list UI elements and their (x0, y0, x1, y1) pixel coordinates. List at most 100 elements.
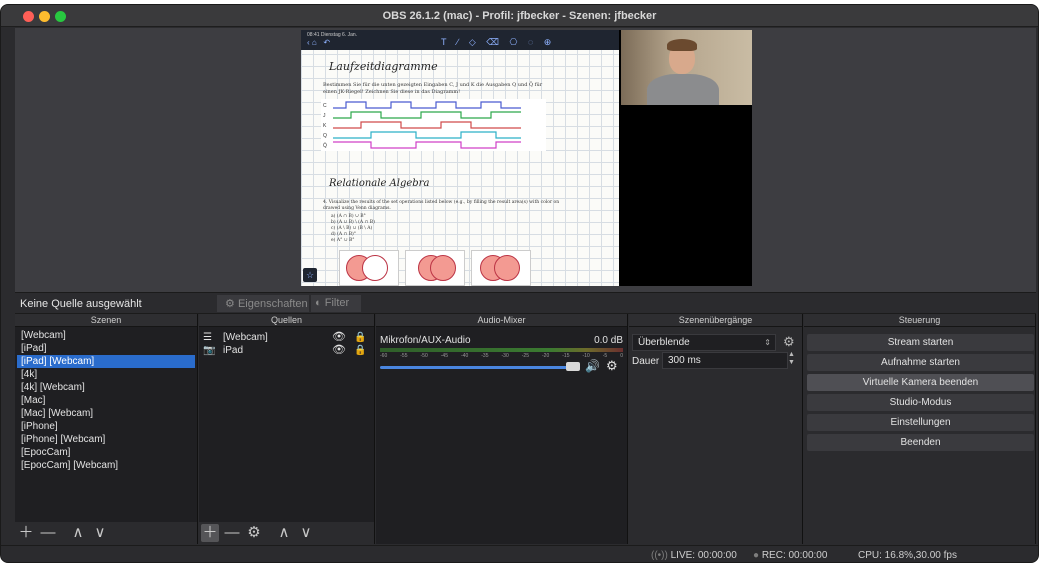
scene-item[interactable]: [iPad] (17, 342, 195, 355)
scene-item[interactable]: [Mac] [Webcam] (17, 407, 195, 420)
move-scene-down-button[interactable]: ∨ (91, 524, 109, 542)
meter-tick-label: -45 (440, 353, 448, 359)
venn-diagram-c (471, 250, 531, 286)
ipad-back-icon: ‹ ⌂ ↶ (307, 38, 331, 47)
preview-area[interactable]: 08:41 Dienstag 6. Jan. ‹ ⌂ ↶ T ∕ ◇ ⌫ ⎔ ◌… (15, 28, 1036, 292)
camera-icon: 📷 (203, 345, 216, 356)
meter-tick-label: -40 (461, 353, 469, 359)
mixer-db-value: 0.0 dB (594, 335, 623, 346)
webcam-capture (621, 30, 752, 105)
add-source-button[interactable]: ＋ (201, 524, 219, 542)
scene-item[interactable]: [iPhone] [Webcam] (17, 433, 195, 446)
title-bar: OBS 26.1.2 (mac) - Profil: jfbecker - Sz… (1, 5, 1038, 27)
scene-item[interactable]: [iPhone] (17, 420, 195, 433)
scenes-header: Szenen (15, 314, 197, 327)
ipad-tools: T ∕ ◇ ⌫ ⎔ ◌ ⊕ (441, 37, 556, 47)
duration-input[interactable]: 300 ms (662, 352, 788, 369)
window-title: OBS 26.1.2 (mac) - Profil: jfbecker - Sz… (382, 10, 657, 22)
controls-header: Steuerung (804, 314, 1035, 327)
heading-laufzeitdiagramme: Laufzeitdiagramme (329, 60, 438, 73)
ipad-screen-capture: 08:41 Dienstag 6. Jan. ‹ ⌂ ↶ T ∕ ◇ ⌫ ⎔ ◌… (301, 30, 619, 286)
meter-tick-label: -30 (501, 353, 509, 359)
start-recording-button[interactable]: Aufnahme starten (807, 354, 1034, 371)
filter-icon: ◐ (315, 297, 322, 309)
list-icon: ☰ (203, 332, 212, 343)
meter-tick-label: -60 (380, 353, 388, 359)
meter-tick-label: -25 (521, 353, 529, 359)
heading-relationale-algebra: Relationale Algebra (329, 178, 430, 189)
remove-scene-button[interactable]: — (39, 524, 57, 542)
lock-icon[interactable]: 🔒 (354, 331, 366, 344)
live-timer: LIVE: 00:00:00 (670, 550, 737, 561)
meter-tick-label: -50 (420, 353, 428, 359)
meter-tick-label: -15 (562, 353, 570, 359)
source-properties-gear-icon[interactable]: ⚙ (245, 524, 263, 542)
record-dot-icon: ● (753, 550, 760, 561)
star-icon: ☆ (303, 268, 317, 282)
transition-selected-label: Überblende (638, 337, 690, 348)
signal-label-q: Q (323, 133, 327, 139)
scenes-footer: ＋ — ∧ ∨ (15, 522, 197, 544)
controls-dock: Steuerung Stream starten Aufnahme starte… (804, 314, 1036, 544)
volume-meter (380, 348, 623, 352)
live-status: ((•)) LIVE: 00:00:00 (651, 550, 737, 561)
cpu-status: CPU: 16.8%,30.00 fps (858, 550, 957, 561)
remove-source-button[interactable]: — (223, 524, 241, 542)
settings-button[interactable]: Einstellungen (807, 414, 1034, 431)
scene-list[interactable]: [Webcam] [iPad] [iPad] [Webcam] [4k] [4k… (17, 329, 195, 472)
start-stream-button[interactable]: Stream starten (807, 334, 1034, 351)
speaker-icon[interactable]: 🔊 (585, 359, 600, 373)
signal-label-c: C (323, 103, 327, 109)
transition-select[interactable]: Überblende ⇕ (632, 334, 776, 351)
source-name: [Webcam] (223, 332, 268, 343)
mixer-channel-name: Mikrofon/AUX-Audio (380, 335, 471, 346)
studio-mode-button[interactable]: Studio-Modus (807, 394, 1034, 411)
volume-slider-handle[interactable] (566, 362, 580, 371)
venn-item: e) A° ∪ B° (331, 238, 355, 243)
transitions-header: Szenenübergänge (629, 314, 802, 327)
move-source-down-button[interactable]: ∨ (297, 524, 315, 542)
eye-icon[interactable]: 👁 (332, 331, 346, 344)
sources-dock: Quellen ☰ [Webcam] 👁 🔒 📷 iPad 👁 🔒 ＋ — ⚙ … (199, 314, 375, 544)
scene-item[interactable]: [EpocCam] [Webcam] (17, 459, 195, 472)
scene-item[interactable]: [EpocCam] (17, 446, 195, 459)
preview-canvas[interactable]: 08:41 Dienstag 6. Jan. ‹ ⌂ ↶ T ∕ ◇ ⌫ ⎔ ◌… (301, 30, 752, 286)
mixer-gear-icon[interactable]: ⚙ (606, 358, 618, 374)
signal-label-k: K (323, 123, 327, 129)
source-name: iPad (223, 345, 244, 356)
obs-window: OBS 26.1.2 (mac) - Profil: jfbecker - Sz… (0, 4, 1039, 563)
sources-footer: ＋ — ⚙ ∧ ∨ (199, 522, 374, 544)
source-item[interactable]: 📷 iPad 👁 🔒 (203, 344, 371, 357)
status-bar: ((•)) LIVE: 00:00:00 ● REC: 00:00:00 CPU… (1, 545, 1038, 562)
rec-timer: REC: 00:00:00 (761, 550, 828, 561)
move-scene-up-button[interactable]: ∧ (69, 524, 87, 542)
scene-item[interactable]: [Webcam] (17, 329, 195, 342)
gear-icon: ⚙ (225, 298, 235, 310)
duration-stepper[interactable]: ▲ ▼ (788, 351, 795, 367)
venn-diagram-b (405, 250, 465, 286)
filter-button[interactable]: ◐ Filter (311, 295, 361, 312)
exit-button[interactable]: Beenden (807, 434, 1034, 451)
properties-label: Eigenschaften (237, 298, 308, 310)
move-source-up-button[interactable]: ∧ (275, 524, 293, 542)
mixer-header: Audio-Mixer (376, 314, 627, 327)
volume-slider[interactable] (380, 366, 576, 369)
add-scene-button[interactable]: ＋ (17, 524, 35, 542)
meter-tick-label: -20 (542, 353, 550, 359)
source-item[interactable]: ☰ [Webcam] 👁 🔒 (203, 331, 371, 344)
eye-icon[interactable]: 👁 (332, 344, 346, 357)
chevron-updown-icon: ⇕ (764, 338, 771, 347)
source-toolbar: Keine Quelle ausgewählt ⚙ Eigenschaften … (15, 292, 1036, 314)
lock-icon[interactable]: 🔒 (354, 344, 366, 357)
transition-gear-icon[interactable]: ⚙ (783, 334, 795, 350)
signal-label-j: J (323, 113, 326, 119)
properties-button[interactable]: ⚙ Eigenschaften (217, 295, 309, 312)
scene-item[interactable]: [4k] [Webcam] (17, 381, 195, 394)
scene-item[interactable]: [4k] (17, 368, 195, 381)
scene-item-selected[interactable]: [iPad] [Webcam] (17, 355, 195, 368)
virtual-camera-button[interactable]: Virtuelle Kamera beenden (807, 374, 1034, 391)
scenes-dock: Szenen [Webcam] [iPad] [iPad] [Webcam] [… (15, 314, 198, 544)
scene-item[interactable]: [Mac] (17, 394, 195, 407)
no-source-label: Keine Quelle ausgewählt (20, 298, 142, 310)
venn-diagram-a (339, 250, 399, 286)
